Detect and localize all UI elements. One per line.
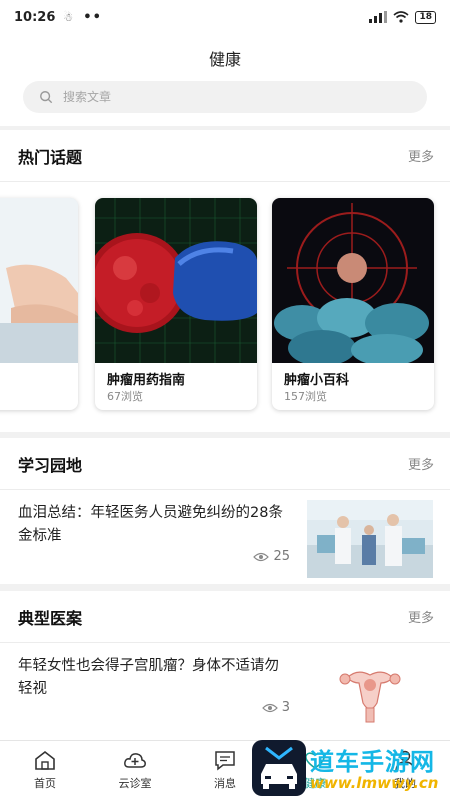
tab-label: 云诊室 xyxy=(118,777,152,790)
topic-card[interactable]: 肿瘤小百科 157浏览 xyxy=(272,198,434,410)
study-section: 学习园地 更多 血泪总结：年轻医务人员避免纠纷的28条金标准 25 xyxy=(0,438,450,584)
hot-topics-section: 热门话题 更多 肿瘤用药指南 67浏览 肿瘤小百科 157浏览 xyxy=(0,130,450,432)
topic-card[interactable]: 肿瘤用药指南 67浏览 xyxy=(95,198,257,410)
watermark-text: 道车手游网 xyxy=(310,748,435,776)
topic-card-image xyxy=(272,198,434,363)
eye-icon xyxy=(253,552,270,561)
cases-section: 典型医案 更多 年轻女性也会得子宫肌瘤？身体不适请勿轻视 3 xyxy=(0,591,450,740)
article-title: 年轻女性也会得子宫肌瘤？身体不适请勿轻视 xyxy=(18,658,279,697)
topic-card-title: 肿瘤用药指南 xyxy=(107,373,186,388)
study-header: 学习园地 更多 xyxy=(0,438,450,490)
topic-card-views: 157浏览 xyxy=(284,390,327,403)
topic-carousel[interactable]: 肿瘤用药指南 67浏览 肿瘤小百科 157浏览 xyxy=(0,182,450,437)
page-header: 健康 xyxy=(0,34,450,126)
topic-card-title: 肿瘤小百科 xyxy=(284,373,350,388)
section-title: 学习园地 xyxy=(18,455,83,475)
section-title: 典型医案 xyxy=(18,608,83,628)
article-thumbnail xyxy=(307,500,433,578)
article-view-count: 3 xyxy=(281,700,290,715)
battery-icon: 18 xyxy=(415,10,436,24)
watermark: 道车手游网 www.lmwwy.cn xyxy=(250,736,450,800)
hot-topics-header: 热门话题 更多 xyxy=(0,130,450,182)
search-icon xyxy=(40,91,53,104)
search-bar[interactable] xyxy=(23,81,427,113)
article-title: 血泪总结：年轻医务人员避免纠纷的28条金标准 xyxy=(18,505,283,544)
tab-home[interactable]: 首页 xyxy=(13,749,77,791)
cloud-plus-icon xyxy=(124,753,146,768)
article-views: 25 xyxy=(253,549,290,564)
search-input[interactable] xyxy=(63,90,363,104)
home-icon xyxy=(35,750,55,770)
signal-icon xyxy=(369,11,388,23)
battery-level: 18 xyxy=(419,12,432,22)
more-notifications-icon: •• xyxy=(83,9,102,25)
topic-card-views: 67浏览 xyxy=(107,390,143,403)
article-item[interactable]: 年轻女性也会得子宫肌瘤？身体不适请勿轻视 3 xyxy=(0,643,450,737)
more-link[interactable]: 更多 xyxy=(408,146,434,165)
wifi-icon xyxy=(393,11,409,23)
cases-header: 典型医案 更多 xyxy=(0,591,450,643)
tab-messages[interactable]: 消息 xyxy=(193,749,257,791)
section-title: 热门话题 xyxy=(18,147,83,167)
more-link[interactable]: 更多 xyxy=(408,607,434,626)
article-view-count: 25 xyxy=(273,549,290,564)
topic-card-image xyxy=(95,198,257,363)
more-link[interactable]: 更多 xyxy=(408,454,434,473)
watermark-car-icon xyxy=(252,740,306,796)
status-bar: 10:26 ☃ •• 18 xyxy=(0,0,450,34)
tab-cloud-clinic[interactable]: 云诊室 xyxy=(103,749,167,791)
status-time: 10:26 xyxy=(14,9,56,25)
eye-icon xyxy=(261,703,278,712)
topic-card-image xyxy=(0,198,78,363)
article-thumbnail xyxy=(307,653,433,731)
watermark-url: www.lmwwy.cn xyxy=(310,774,439,792)
tab-label: 首页 xyxy=(34,777,56,790)
article-item[interactable]: 血泪总结：年轻医务人员避免纠纷的28条金标准 25 xyxy=(0,490,450,584)
tab-label: 消息 xyxy=(214,777,236,790)
page-title: 健康 xyxy=(208,50,241,69)
notification-icon: ☃ xyxy=(63,10,74,24)
chat-icon xyxy=(215,751,235,771)
topic-card[interactable] xyxy=(0,198,78,410)
article-views: 3 xyxy=(261,700,290,715)
